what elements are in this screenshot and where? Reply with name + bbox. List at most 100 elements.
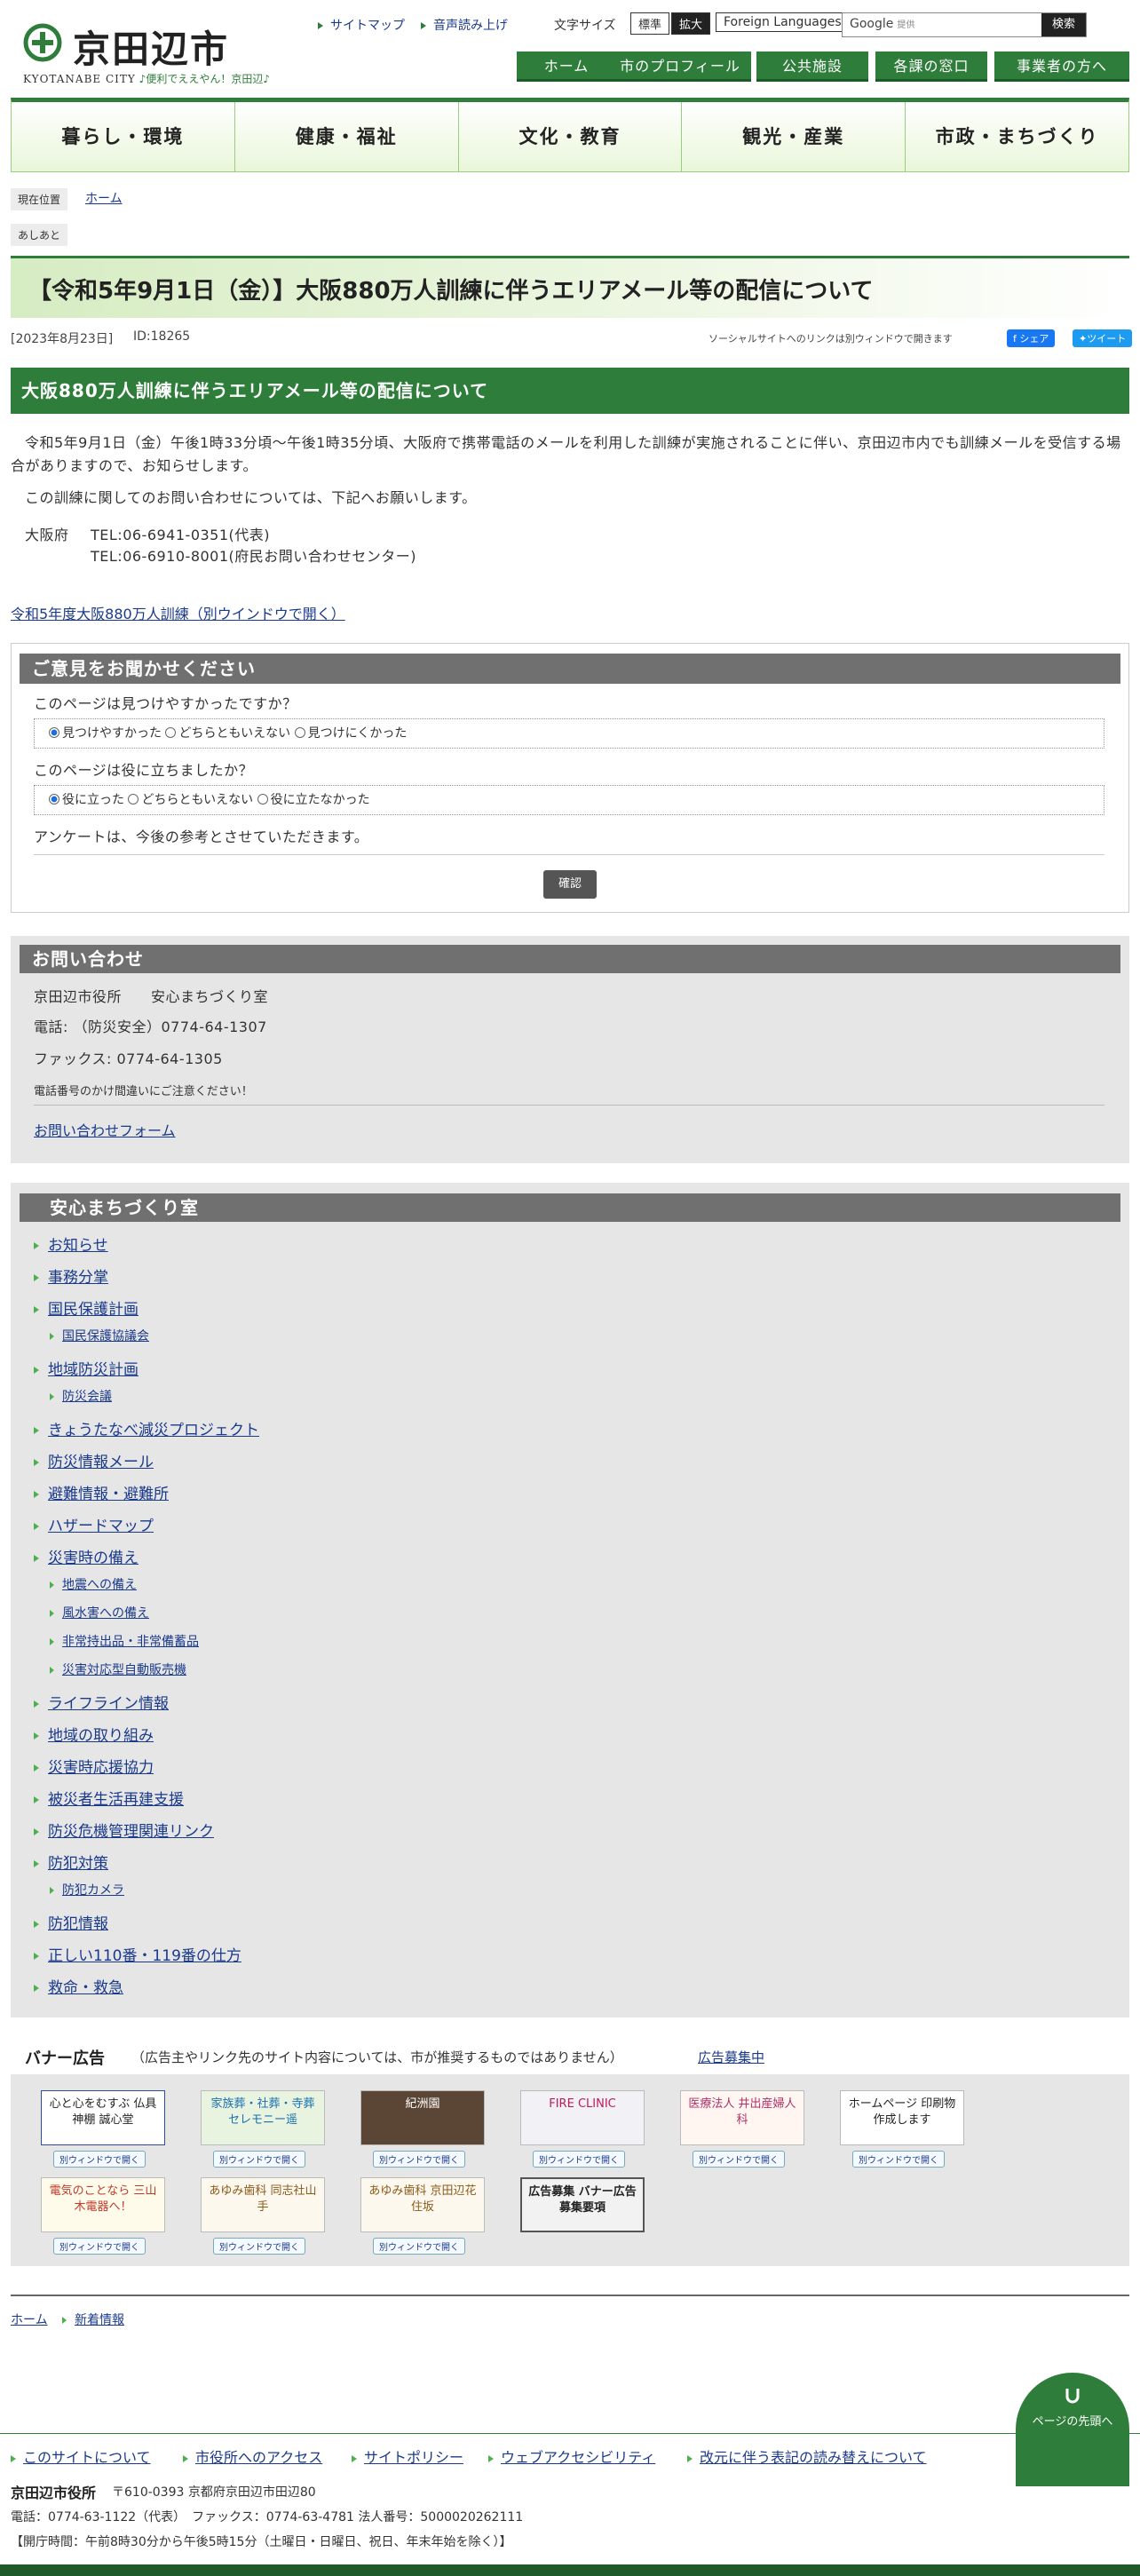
inquiry-heading: お問い合わせ	[20, 945, 1120, 973]
section-nav-subitem[interactable]: 風水害への備え	[50, 1604, 149, 1621]
bottom-crumb-home[interactable]: ホーム	[11, 2310, 48, 2328]
survey-q1: このページは見つけやすかったですか？	[34, 695, 297, 712]
facebook-share-button[interactable]: f シェア	[1007, 329, 1056, 347]
section-nav-item[interactable]: 災害時の備え	[34, 1545, 139, 1567]
contact-org: 大阪府	[25, 527, 69, 543]
font-standard-button[interactable]: 標準	[630, 12, 670, 35]
survey-note: アンケートは、今後の参考とさせていただきます。	[34, 828, 369, 845]
section-nav-item[interactable]: 地域の取り組み	[34, 1723, 154, 1745]
new-window-badge: 別ウィンドウで開く	[213, 2238, 305, 2255]
bottom-crumb-new[interactable]: 新着情報	[62, 2310, 124, 2328]
section-nav-subitem[interactable]: 非常持出品・非常備蓄品	[50, 1632, 199, 1650]
section-nav-item[interactable]: 災害時応援協力	[34, 1755, 154, 1777]
footer-tel: 電話：0774-63-1122（代表） ファックス：0774-63-4781 法…	[11, 2510, 524, 2524]
page-title-bar: 【令和5年9月1日（金）】大阪880万人訓練に伴うエリアメール等の配信について	[11, 256, 1129, 318]
new-window-badge: 別ウィンドウで開く	[533, 2151, 625, 2168]
topnav-windows[interactable]: 各課の窓口	[875, 52, 987, 82]
article-heading: 大阪880万人訓練に伴うエリアメール等の配信について	[11, 368, 1129, 414]
section-nav-item[interactable]: 国民保護計画	[34, 1296, 139, 1319]
survey-confirm-button[interactable]: 確認	[543, 870, 597, 899]
section-nav-subitem[interactable]: 地震への備え	[50, 1575, 137, 1593]
gnav-government[interactable]: 市政・まちづくり	[906, 102, 1128, 171]
section-nav-item[interactable]: 地域防災計画	[34, 1357, 139, 1379]
ad-banner[interactable]: 医療法人 井出産婦人科	[680, 2090, 804, 2145]
ad-banner[interactable]: 心と心をむすぶ 仏具 神棚 誠心堂	[41, 2090, 165, 2145]
footer-access[interactable]: 市役所へのアクセス	[183, 2445, 322, 2467]
bottom-divider	[11, 2295, 1129, 2296]
logo-tagline: KYOTANABE CITY ♪便利でええやん！京田辺♪	[23, 73, 270, 85]
new-window-badge: 別ウィンドウで開く	[53, 2238, 146, 2255]
section-nav-item[interactable]: 避難情報・避難所	[34, 1481, 169, 1503]
ad-banner[interactable]: 広告募集 バナー広告募集要項	[520, 2177, 645, 2232]
section-nav-item[interactable]: 防犯対策	[34, 1851, 108, 1873]
q1-option-2[interactable]: どちらともいえない	[165, 726, 290, 741]
section-nav-item[interactable]: ライフライン情報	[34, 1691, 169, 1713]
global-nav: 暮らし・環境 健康・福祉 文化・教育 観光・産業 市政・まちづくり	[11, 98, 1129, 172]
q1-option-1[interactable]: 見つけやすかった	[49, 726, 162, 741]
section-nav-item[interactable]: 防災情報メール	[34, 1449, 154, 1471]
article-para-2: この訓練に関してのお問い合わせについては、下記へお願いします。	[25, 489, 477, 506]
site-search: Google 提供 検索	[842, 12, 1087, 37]
ad-banner[interactable]: 紀洲園	[360, 2090, 485, 2145]
page-id: ID:18265	[133, 329, 191, 344]
footer-era-note[interactable]: 改元に伴う表記の読み替えについて	[687, 2445, 927, 2467]
banner-recruit-link[interactable]: 広告募集中	[698, 2048, 764, 2066]
section-nav-subitem[interactable]: 防災会議	[50, 1387, 112, 1405]
foreign-languages-button[interactable]: Foreign Languages	[716, 12, 850, 32]
sitemap-link[interactable]: サイトマップ	[318, 16, 405, 34]
gnav-culture[interactable]: 文化・教育	[459, 102, 683, 171]
breadcrumb-home[interactable]: ホーム	[85, 189, 123, 207]
site-logo[interactable]: 京田辺市 KYOTANABE CITY ♪便利でええやん！京田辺♪	[21, 20, 288, 91]
topnav-home[interactable]: ホーム	[517, 52, 616, 82]
gnav-tourism[interactable]: 観光・産業	[682, 102, 906, 171]
topnav-profile[interactable]: 市のプロフィール	[609, 52, 751, 82]
q2-option-2[interactable]: どちらともいえない	[128, 793, 253, 807]
section-nav-item[interactable]: きょうたなべ減災プロジェクト	[34, 1417, 259, 1439]
radio-icon	[128, 794, 139, 805]
inquiry-form-link[interactable]: お問い合わせフォーム	[34, 1119, 176, 1140]
gnav-living[interactable]: 暮らし・環境	[12, 102, 235, 171]
section-nav-item[interactable]: 救命・救急	[34, 1975, 123, 1997]
voice-reader-link[interactable]: 音声読み上げ	[421, 16, 508, 34]
font-large-button[interactable]: 拡大	[671, 12, 711, 35]
section-nav-item[interactable]: お知らせ	[34, 1233, 108, 1255]
section-nav-item[interactable]: 被災者生活再建支援	[34, 1787, 184, 1809]
drill-external-link[interactable]: 令和5年度大阪880万人訓練（別ウインドウで開く）	[11, 602, 345, 623]
page-top-button[interactable]: ページの先頭へ	[1016, 2373, 1129, 2486]
search-input[interactable]: Google 提供	[850, 17, 914, 31]
radio-checked-icon	[49, 727, 59, 738]
city-emblem-icon	[23, 23, 62, 62]
ad-banner[interactable]: あゆみ歯科 京田辺花住坂	[360, 2177, 485, 2232]
ad-banner[interactable]: 電気のことなら 三山木電器へ！	[41, 2177, 165, 2232]
new-window-badge: 別ウィンドウで開く	[373, 2151, 465, 2168]
ad-banner[interactable]: あゆみ歯科 同志社山手	[201, 2177, 325, 2232]
radio-icon	[165, 727, 177, 738]
q1-option-3[interactable]: 見つけにくかった	[294, 726, 407, 741]
survey-divider	[34, 854, 1104, 855]
tweet-button[interactable]: ✦ツイート	[1073, 329, 1133, 347]
footer-policy[interactable]: サイトポリシー	[352, 2445, 463, 2467]
topnav-business[interactable]: 事業者の方へ	[994, 52, 1129, 82]
survey-q2: このページは役に立ちましたか？	[34, 762, 254, 779]
section-nav-item[interactable]: 防犯情報	[34, 1911, 108, 1933]
section-nav-subitem[interactable]: 防犯カメラ	[50, 1881, 124, 1898]
section-nav-item[interactable]: 事務分掌	[34, 1264, 108, 1287]
section-nav-item[interactable]: 正しい110番・119番の仕方	[34, 1943, 241, 1965]
section-nav-item[interactable]: 防災危機管理関連リンク	[34, 1819, 214, 1841]
ad-banner[interactable]: FIRE CLINIC	[520, 2090, 645, 2145]
section-nav-subitem[interactable]: 災害対応型自動販売機	[50, 1661, 186, 1678]
ad-banner[interactable]: ホームページ 印刷物 作成します	[840, 2090, 964, 2145]
ad-banner[interactable]: 家族葬・社葬・寺葬 セレモニー遥	[201, 2090, 325, 2145]
footer-accessibility[interactable]: ウェブアクセシビリティ	[488, 2445, 655, 2467]
section-nav-heading: 安心まちづくり室	[20, 1193, 1120, 1222]
topnav-facilities[interactable]: 公共施設	[756, 52, 868, 82]
footer-about[interactable]: このサイトについて	[11, 2445, 151, 2467]
search-button[interactable]: 検索	[1041, 13, 1086, 36]
section-nav-item[interactable]: ハザードマップ	[34, 1513, 154, 1535]
q2-option-3[interactable]: 役に立たなかった	[257, 793, 370, 807]
gnav-health[interactable]: 健康・福祉	[235, 102, 459, 171]
section-nav-subitem[interactable]: 国民保護協議会	[50, 1327, 149, 1344]
sns-note: ソーシャルサイトへのリンクは別ウィンドウで開きます	[709, 333, 953, 345]
footprint-label: あしあと	[11, 224, 68, 246]
q2-option-1[interactable]: 役に立った	[49, 793, 124, 807]
